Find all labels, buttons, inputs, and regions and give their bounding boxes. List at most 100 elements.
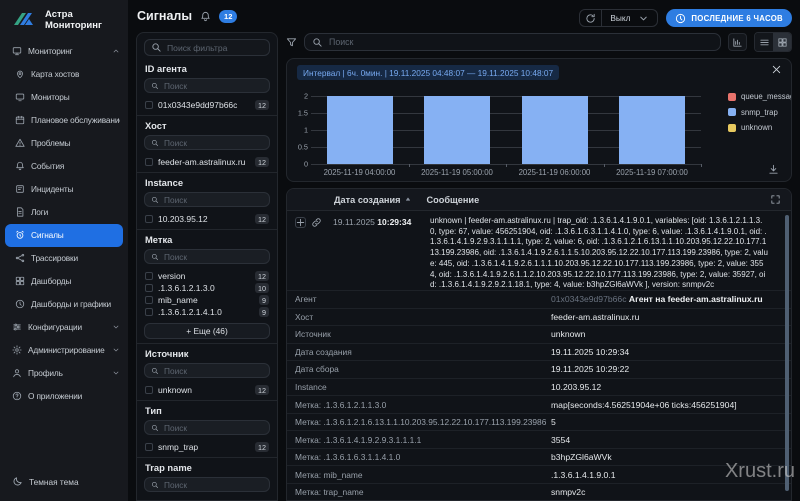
filter-group-search[interactable]: Поиск [144,363,270,378]
filter-group-search[interactable]: Поиск [144,135,270,150]
scrollbar-thumb[interactable] [785,215,789,491]
list-view-button[interactable] [755,33,773,51]
sidebar-item[interactable]: Профиль [0,362,128,385]
filter-option[interactable]: 10.203.95.1212 [144,213,270,225]
filter-option[interactable]: .1.3.6.1.2.1.4.1.09 [144,306,270,318]
bar[interactable] [619,96,685,164]
filter-option[interactable]: mib_name9 [144,294,270,306]
checkbox[interactable] [145,272,153,280]
close-icon[interactable] [771,64,782,75]
filter-option-label: .1.3.6.1.2.1.3.0 [158,283,215,293]
filter-group-search[interactable]: Поиск [144,192,270,207]
checkbox[interactable] [145,308,153,316]
search-icon [151,424,159,432]
bar[interactable] [327,96,393,164]
funnel-icon[interactable] [286,37,297,48]
collapse-row-button[interactable] [295,217,306,228]
search-icon [151,481,159,489]
refresh-button[interactable] [580,10,602,26]
sidebar-item[interactable]: Логи [0,201,128,224]
agent-name: Агент на feeder-am.astralinux.ru [629,294,763,304]
sidebar-item[interactable]: О приложении [0,385,128,408]
chevron-down-icon [638,13,649,24]
filter-option[interactable]: unknown12 [144,384,270,396]
checkbox[interactable] [145,386,153,394]
link-row-button[interactable] [311,217,322,228]
time-range-button[interactable]: ПОСЛЕДНИЕ 6 ЧАСОВ [666,9,792,27]
incidents-icon [15,184,25,194]
legend-item[interactable]: unknown [728,123,792,132]
sidebar-item[interactable]: Инциденты [0,178,128,201]
y-tick-label: 1.5 [298,109,308,118]
main-search-input[interactable]: Поиск [304,33,721,51]
expand-icon[interactable] [770,194,781,205]
filter-option[interactable]: version12 [144,270,270,282]
sidebar-item[interactable]: Администрирование [0,339,128,362]
checkbox[interactable] [145,101,153,109]
bar[interactable] [424,96,490,164]
filter-option-count: 12 [255,442,269,452]
show-more-button[interactable]: + Еще (46) [144,323,270,339]
filter-search-input[interactable]: Поиск фильтра [144,39,270,56]
sidebar-item[interactable]: Дашборды [0,270,128,293]
sidebar-item[interactable]: Проблемы [0,132,128,155]
filter-option[interactable]: 01x0343e9dd97b66c12 [144,99,270,111]
filter-group-search[interactable]: Поиск [144,420,270,435]
filter-option-count: 9 [259,295,269,305]
filter-option[interactable]: .1.3.6.1.2.1.3.010 [144,282,270,294]
x-tick [409,164,410,167]
sidebar-item-label: Мониторинг [28,46,73,56]
agent-id: 01x0343e9d97b66c [551,294,627,304]
column-date[interactable]: Дата создания [334,195,412,205]
table-row[interactable]: 19.11.2025 10:29:34 unknown | feeder-am.… [287,211,791,291]
detail-row: Метка: .1.3.6.1.2.1.1.3.0map[seconds:4.5… [287,396,791,414]
search-icon [151,253,159,261]
filter-option[interactable]: feeder-am.astralinux.ru12 [144,156,270,168]
filter-group-title: Instance [145,178,270,188]
dashboards-icon [15,276,25,286]
filter-group-search[interactable]: Поиск [144,249,270,264]
sidebar-item[interactable]: Карта хостов [0,63,128,86]
logs-icon [15,207,25,217]
legend-label: unknown [741,123,772,132]
auto-refresh-select[interactable]: Выкл [602,10,657,26]
filter-option-count: 12 [255,214,269,224]
checkbox[interactable] [145,284,153,292]
detail-value: map[seconds:4.56251904e+06 ticks:4562519… [551,400,791,410]
checkbox[interactable] [145,158,153,166]
sidebar-item[interactable]: Сигналы [5,224,123,247]
sidebar-item[interactable]: События [0,155,128,178]
vertical-scrollbar[interactable] [784,213,789,500]
sidebar-item[interactable]: Трассировки [0,247,128,270]
bell-icon[interactable] [200,11,211,22]
detail-label: Метка: .1.3.6.1.6.3.1.1.4.1.0 [287,452,551,462]
detail-row: Метка: .1.3.6.1.6.3.1.1.4.1.0b3hpZGl6aWV… [287,449,791,467]
column-message[interactable]: Сообщение [426,195,479,205]
auto-refresh-value: Выкл [610,13,630,23]
sidebar-item[interactable]: Плановое обслуживание [0,109,128,132]
filter-group-search[interactable]: Поиск [144,477,270,492]
checkbox[interactable] [145,296,153,304]
detail-label: Метка: .1.3.6.1.4.1.9.2.9.3.1.1.1.1 [287,435,551,445]
bar[interactable] [522,96,588,164]
sidebar-item[interactable]: Конфигурации [0,316,128,339]
logo-icon [12,11,38,29]
x-tick-label: 2025-11-19 07:00:00 [604,168,701,177]
chart-view-button[interactable] [728,33,747,51]
filter-option-label: unknown [158,385,192,395]
legend-item[interactable]: queue_message [728,92,792,101]
checkbox[interactable] [145,215,153,223]
theme-toggle[interactable]: Темная тема [0,476,128,487]
sidebar-item[interactable]: Мониторинг [0,40,128,63]
detail-rows: Агент01x0343e9d97b66c Агент на feeder-am… [287,291,791,501]
sidebar-item[interactable]: Дашборды и графики [0,293,128,316]
grid-view-button[interactable] [773,33,791,51]
filter-option[interactable]: snmp_trap12 [144,441,270,453]
detail-value: 10.203.95.12 [551,382,791,392]
legend-item[interactable]: snmp_trap [728,108,792,117]
interval-pill[interactable]: Интервал | 6ч. 0мин. | 19.11.2025 04:48:… [297,65,559,80]
filter-group-search[interactable]: Поиск [144,78,270,93]
download-icon[interactable] [768,164,779,175]
sidebar-item[interactable]: Мониторы [0,86,128,109]
checkbox[interactable] [145,443,153,451]
